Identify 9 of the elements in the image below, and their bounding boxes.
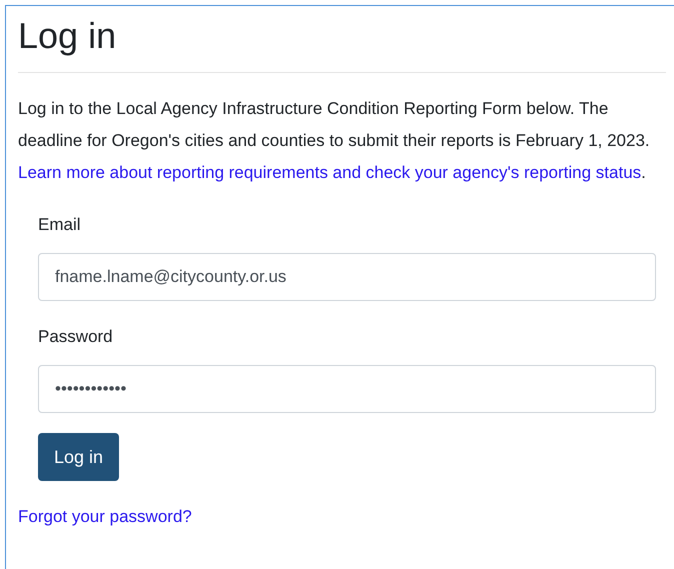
intro-paragraph: Log in to the Local Agency Infrastructure Condition Reporting Form below. The deadline for Oregon's cities and counties to submit their reports is February 1, 2023. Learn more about reporting requirements and check your agency's reporting status. (18, 98, 651, 184)
password-field[interactable]: •••••••••••• (38, 365, 656, 413)
requirements-link[interactable]: Learn more about reporting requirements and check your agency's reporting status (18, 163, 642, 182)
field-label: Password (38, 326, 113, 348)
login-button[interactable]: Log in (38, 433, 120, 481)
field-label: Email (38, 214, 81, 236)
forgot-password-link[interactable]: Forgot your password? (18, 505, 192, 529)
email-field[interactable]: fname.lname@citycounty.or.us (38, 253, 656, 301)
page-title: Log in (18, 14, 116, 58)
